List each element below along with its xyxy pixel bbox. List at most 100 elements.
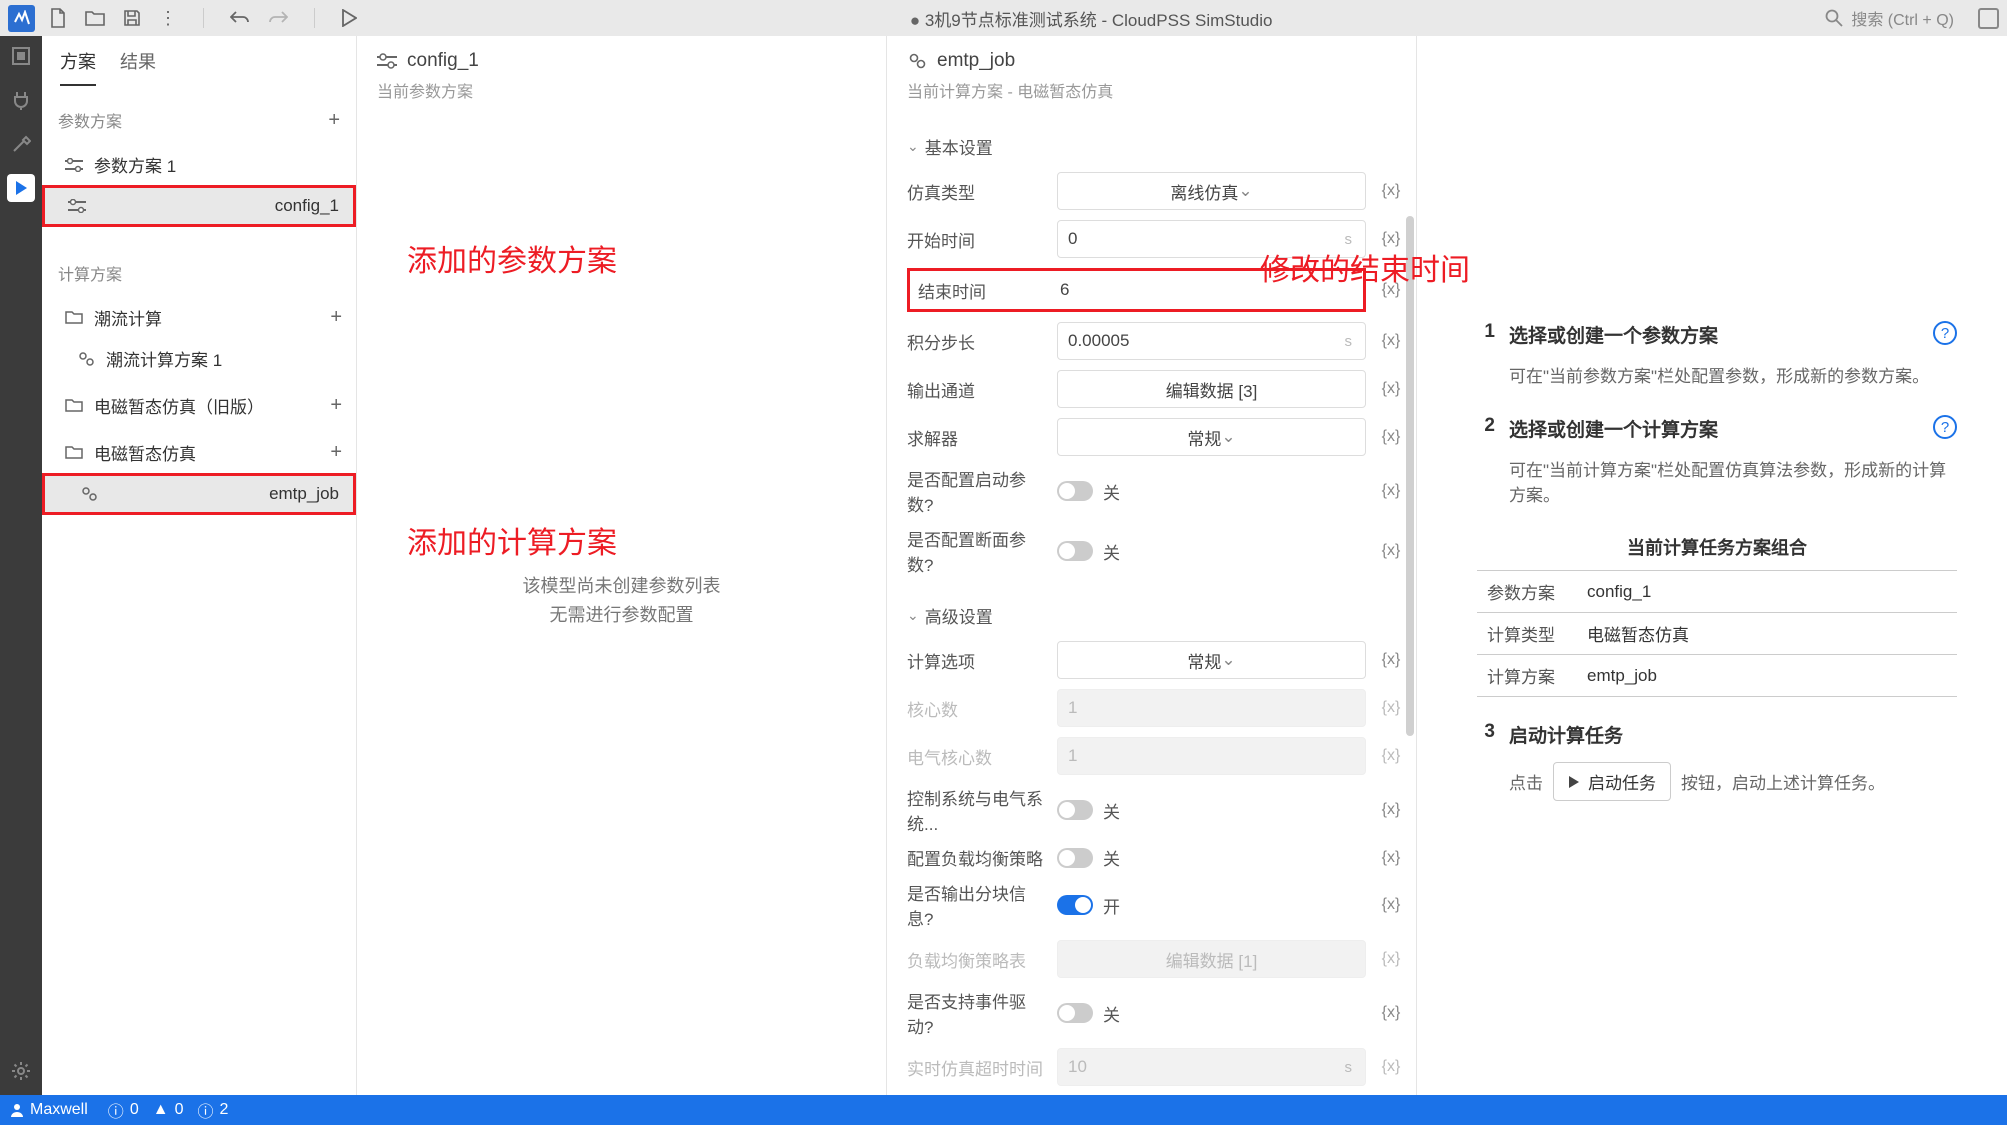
expr-button[interactable]: {x} <box>1378 651 1404 669</box>
param-plan-config1[interactable]: config_1 <box>42 185 356 227</box>
expr-button[interactable]: {x} <box>1378 801 1404 819</box>
add-flow-calc-button[interactable]: + <box>330 306 342 329</box>
section-basic-header[interactable]: ⌄基本设置 <box>907 126 1404 167</box>
cfg-snap-toggle[interactable] <box>1057 541 1093 561</box>
emt-old-folder[interactable]: 电磁暂态仿真（旧版） + <box>42 385 356 426</box>
event-drv-toggle[interactable] <box>1057 1003 1093 1023</box>
new-file-icon[interactable] <box>49 8 67 28</box>
expr-button[interactable]: {x} <box>1378 896 1404 914</box>
undo-icon[interactable] <box>230 10 250 26</box>
side-panel: 方案 结果 参数方案 + 参数方案 1 config_1 计算方案 潮流计算 <box>42 36 357 1095</box>
emtp-job-item[interactable]: emtp_job <box>42 473 356 515</box>
run-icon[interactable] <box>341 9 357 27</box>
ctrl-sync-toggle[interactable] <box>1057 800 1093 820</box>
search-placeholder[interactable]: 搜索 (Ctrl + Q) <box>1851 6 1954 30</box>
redo-icon[interactable] <box>268 10 288 26</box>
expr-button[interactable]: {x} <box>1378 380 1404 398</box>
calc-opt-select[interactable]: 常规⌄ <box>1057 641 1366 679</box>
step2-title: 选择或创建一个计算方案 <box>1509 415 1718 442</box>
section-advanced-header[interactable]: ⌄高级设置 <box>907 595 1404 636</box>
folder-icon <box>64 396 84 416</box>
job-config-panel: emtp_job 当前计算方案 - 电磁暂态仿真 ⌄基本设置 仿真类型离线仿真⌄… <box>887 36 1417 1095</box>
save-icon[interactable] <box>123 9 141 27</box>
chevron-down-icon: ⌄ <box>907 607 919 624</box>
step-input[interactable] <box>1057 322 1366 360</box>
sliders-icon <box>64 155 84 175</box>
flow-calc-item[interactable]: 潮流计算方案 1 <box>42 338 356 379</box>
expr-button[interactable]: {x} <box>1378 849 1404 867</box>
open-folder-icon[interactable] <box>85 9 105 27</box>
job-subtitle: 当前计算方案 - 电磁暂态仿真 <box>907 78 1396 102</box>
gears-icon <box>79 484 99 504</box>
status-user[interactable]: Maxwell <box>10 1101 88 1119</box>
top-toolbar: ⋮ ● 3机9节点标准测试系统 - CloudPSS SimStudio 搜索 … <box>0 0 2007 36</box>
chevron-down-icon: ⌄ <box>1221 650 1235 670</box>
expr-button[interactable]: {x} <box>1378 542 1404 560</box>
config-title: config_1 <box>407 50 479 72</box>
annotation-param: 添加的参数方案 <box>407 236 617 280</box>
rail-play-icon[interactable] <box>7 174 35 202</box>
step2-desc: 可在"当前计算方案"栏处配置仿真算法参数，形成新的计算方案。 <box>1509 456 1957 506</box>
fullscreen-icon[interactable] <box>1978 8 1999 29</box>
calc-group-header: 计算方案 <box>42 249 356 297</box>
help-icon[interactable]: ? <box>1933 415 1957 439</box>
app-logo[interactable] <box>8 5 35 32</box>
cores-input <box>1057 689 1366 727</box>
load-balance-toggle[interactable] <box>1057 848 1093 868</box>
tab-result[interactable]: 结果 <box>120 48 156 86</box>
ecores-input <box>1057 737 1366 775</box>
rail-plug-icon[interactable] <box>7 86 35 114</box>
expr-button[interactable]: {x} <box>1378 332 1404 350</box>
search-icon[interactable] <box>1825 9 1843 27</box>
activity-bar <box>0 36 42 1095</box>
scrollbar[interactable] <box>1406 216 1414 736</box>
combo-title: 当前计算任务方案组合 <box>1477 534 1957 560</box>
start-task-button[interactable]: 启动任务 <box>1553 762 1671 801</box>
window-title: ● 3机9节点标准测试系统 - CloudPSS SimStudio <box>357 6 1825 31</box>
annotation-end-time: 修改的结束时间 <box>1260 245 1470 289</box>
chevron-down-icon: ⌄ <box>907 138 919 155</box>
play-icon <box>1568 775 1580 789</box>
solver-select[interactable]: 常规⌄ <box>1057 418 1366 456</box>
gears-icon <box>907 51 927 71</box>
edit-channels-button[interactable]: 编辑数据 [3] <box>1057 370 1366 408</box>
block-out-toggle[interactable] <box>1057 895 1093 915</box>
status-counts[interactable]: ⓘ 0 ▲ 0 ⓘ 2 <box>108 1098 229 1122</box>
add-param-plan-button[interactable]: + <box>328 109 340 132</box>
tab-plan[interactable]: 方案 <box>60 48 96 86</box>
sliders-icon <box>67 196 87 216</box>
gears-icon <box>76 349 96 369</box>
expr-button[interactable]: {x} <box>1378 482 1404 500</box>
folder-icon <box>64 443 84 463</box>
step3-title: 启动计算任务 <box>1509 721 1623 748</box>
combo-table: 参数方案config_1 计算类型电磁暂态仿真 计算方案emtp_job <box>1477 570 1957 697</box>
chevron-down-icon: ⌄ <box>1238 181 1252 201</box>
chevron-down-icon: ⌄ <box>1221 427 1235 447</box>
sim-type-select[interactable]: 离线仿真⌄ <box>1057 172 1366 210</box>
empty-message: 该模型尚未创建参数列表 无需进行参数配置 <box>523 572 721 630</box>
expr-button[interactable]: {x} <box>1378 1004 1404 1022</box>
rt-timeout-input <box>1057 1048 1366 1086</box>
help-panel: 1选择或创建一个参数方案? 可在"当前参数方案"栏处配置参数，形成新的参数方案。… <box>1417 36 2007 1095</box>
param-plan-item[interactable]: 参数方案 1 <box>42 144 356 185</box>
annotation-calc: 添加的计算方案 <box>407 518 617 562</box>
add-emt-button[interactable]: + <box>330 441 342 464</box>
expr-button[interactable]: {x} <box>1378 182 1404 200</box>
rail-module-icon[interactable] <box>7 42 35 70</box>
folder-icon <box>64 308 84 328</box>
step1-desc: 可在"当前参数方案"栏处配置参数，形成新的参数方案。 <box>1509 362 1957 387</box>
step1-title: 选择或创建一个参数方案 <box>1509 321 1718 348</box>
job-title: emtp_job <box>937 50 1015 72</box>
help-icon[interactable]: ? <box>1933 321 1957 345</box>
expr-button[interactable]: {x} <box>1378 428 1404 446</box>
flow-folder[interactable]: 潮流计算 + <box>42 297 356 338</box>
rail-tools-icon[interactable] <box>7 130 35 158</box>
cfg-start-toggle[interactable] <box>1057 481 1093 501</box>
param-group-header: 参数方案 + <box>42 96 356 144</box>
sliders-icon <box>377 53 397 69</box>
rail-settings-icon[interactable] <box>7 1057 35 1085</box>
add-emt-old-button[interactable]: + <box>330 394 342 417</box>
more-icon[interactable]: ⋮ <box>159 8 177 29</box>
param-config-panel: config_1 当前参数方案 添加的参数方案 添加的计算方案 该模型尚未创建参… <box>357 36 887 1095</box>
emt-folder[interactable]: 电磁暂态仿真 + <box>42 432 356 473</box>
